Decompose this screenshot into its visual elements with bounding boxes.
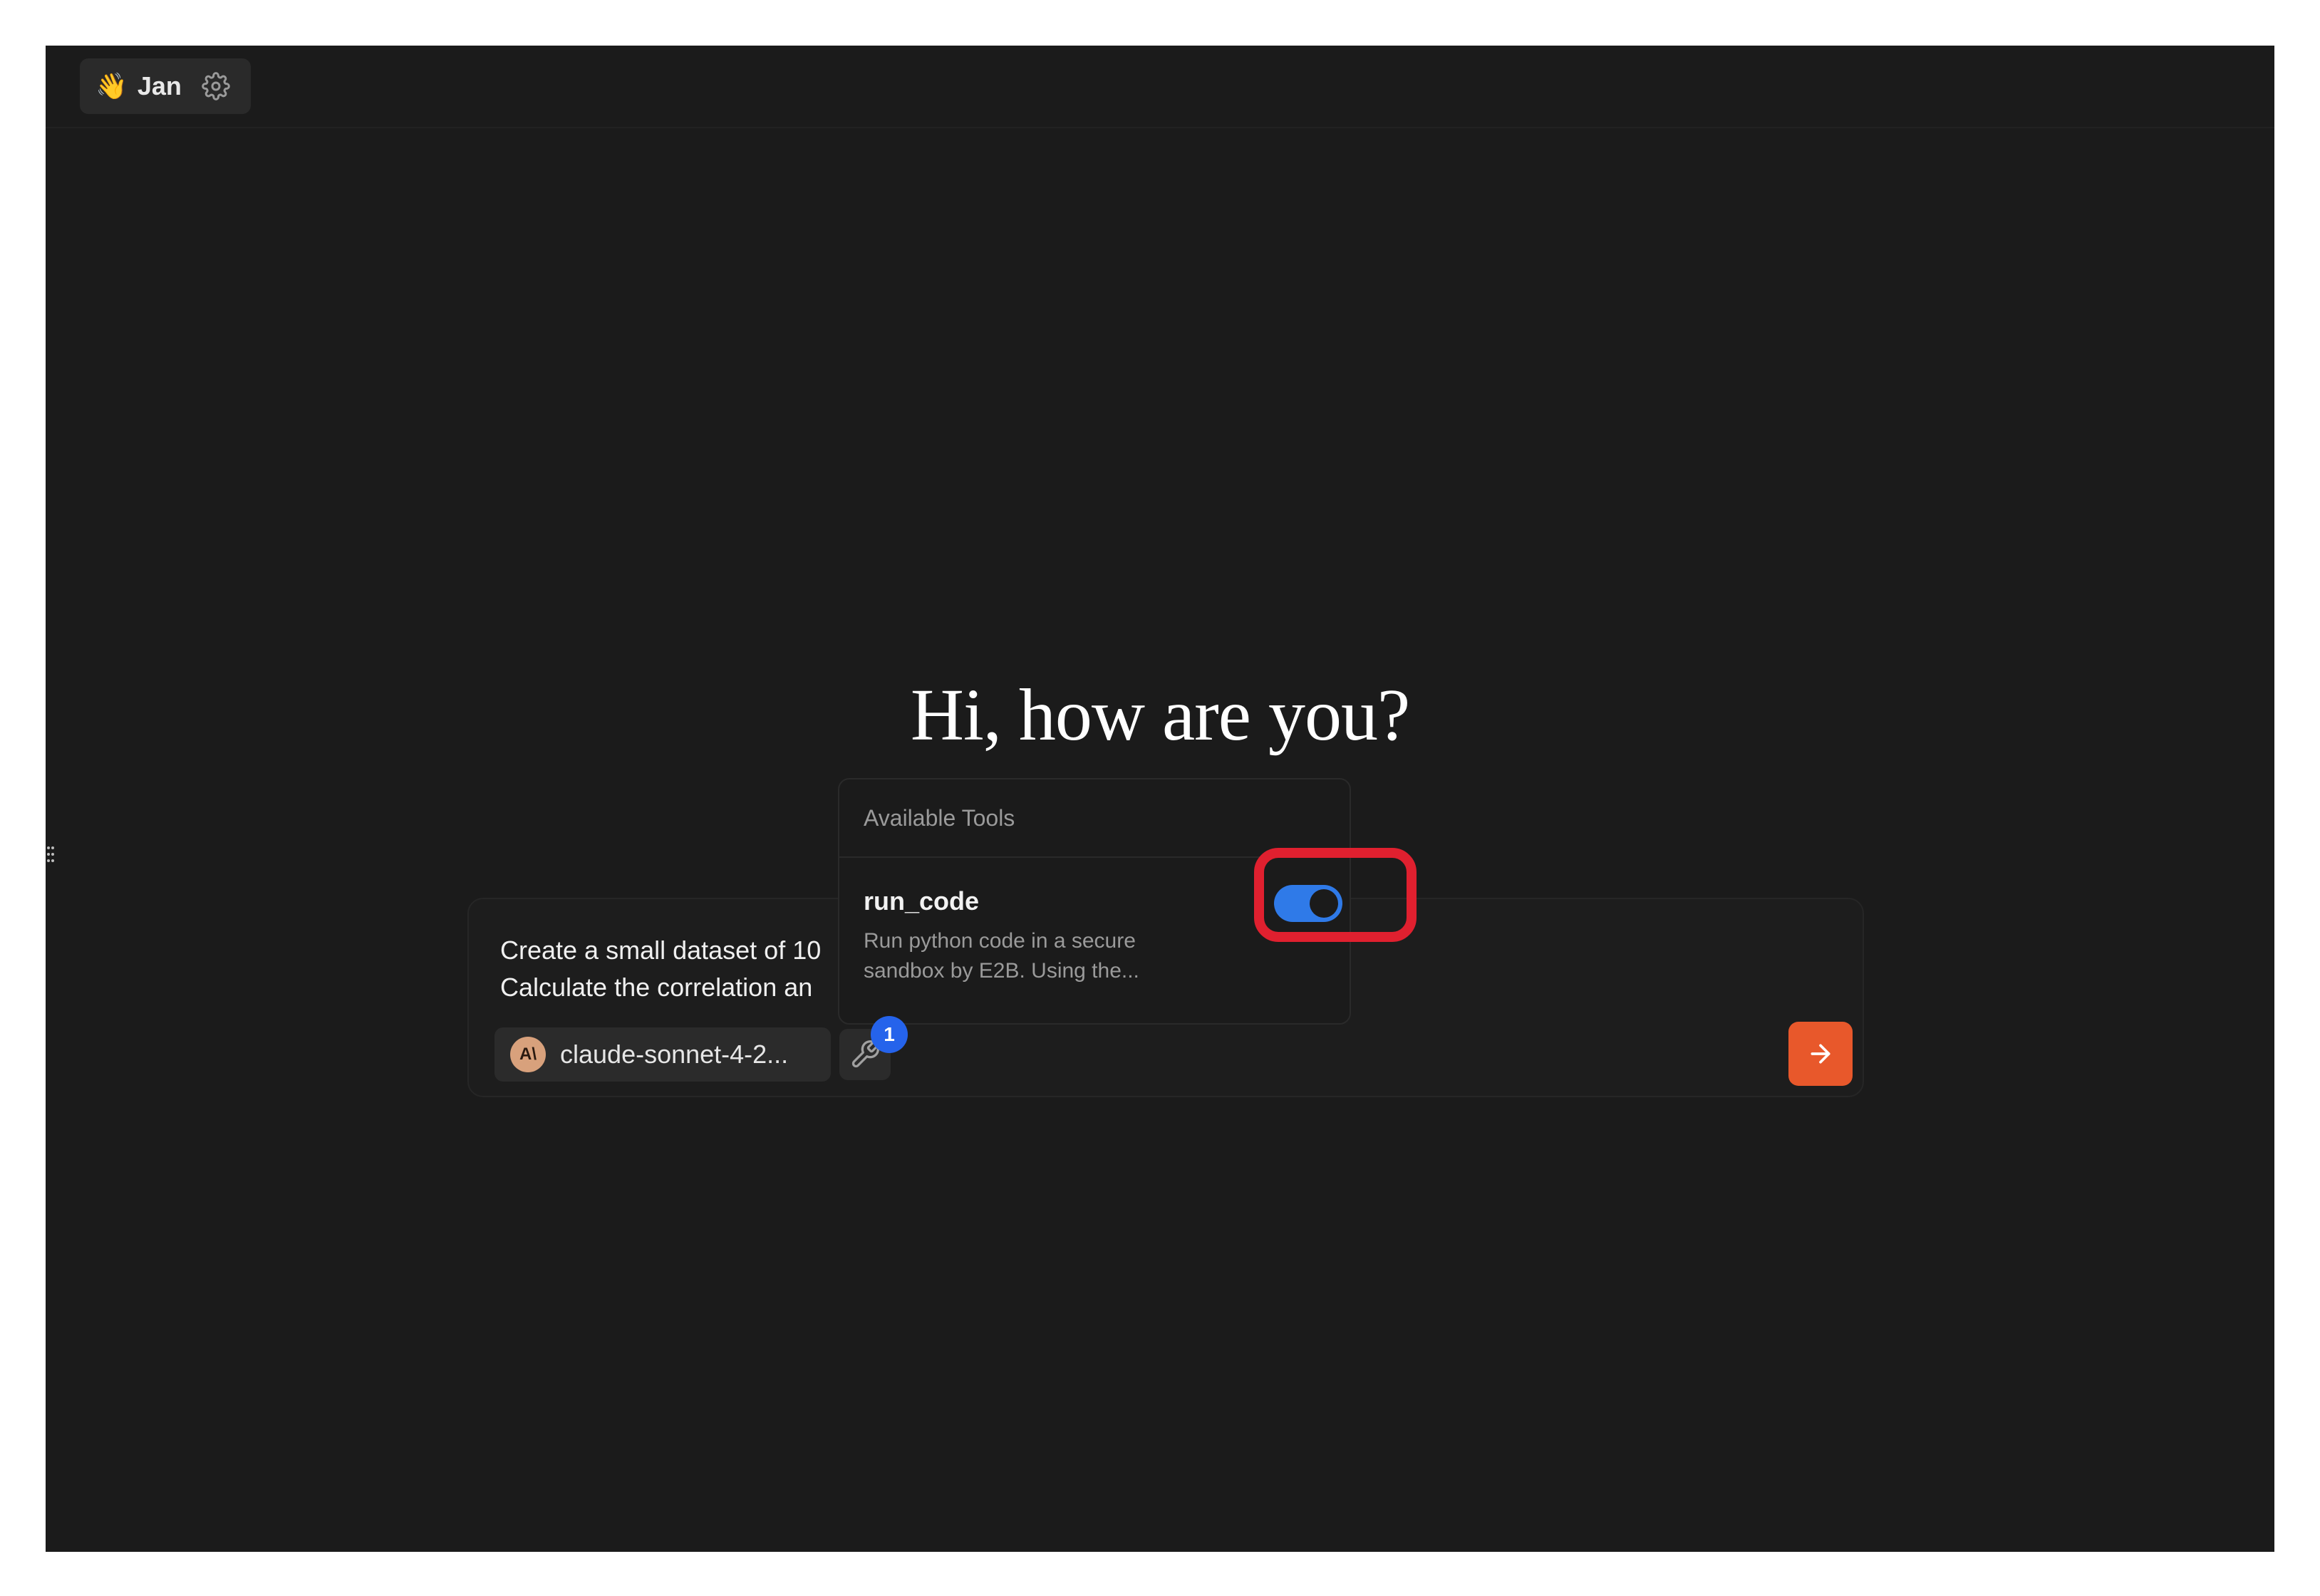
sidebar-resize-handle[interactable] [46, 844, 56, 865]
anthropic-icon: A\ [510, 1037, 546, 1072]
popover-header: Available Tools [839, 779, 1350, 858]
gear-icon[interactable] [202, 72, 230, 100]
tool-name: run_code [864, 886, 980, 916]
user-chip[interactable]: 👋 Jan [80, 58, 251, 114]
user-name: Jan [137, 71, 182, 100]
tool-description: Run python code in a secure sandbox by E… [864, 929, 1139, 983]
arrow-right-icon [1806, 1040, 1835, 1068]
send-button[interactable] [1788, 1022, 1853, 1086]
greeting-heading: Hi, how are you? [910, 674, 1410, 756]
highlight-annotation [1254, 848, 1417, 942]
model-selector[interactable]: A\ claude-sonnet-4-2... [494, 1027, 831, 1082]
app-window: 👋 Jan Hi, how are you? y? Create a small… [46, 46, 2274, 1552]
waving-hand-icon: 👋 [95, 71, 128, 100]
tools-count-badge: 1 [871, 1016, 908, 1053]
model-name: claude-sonnet-4-2... [560, 1040, 789, 1069]
top-bar: 👋 Jan [46, 46, 2274, 128]
popover-title: Available Tools [864, 805, 1015, 831]
